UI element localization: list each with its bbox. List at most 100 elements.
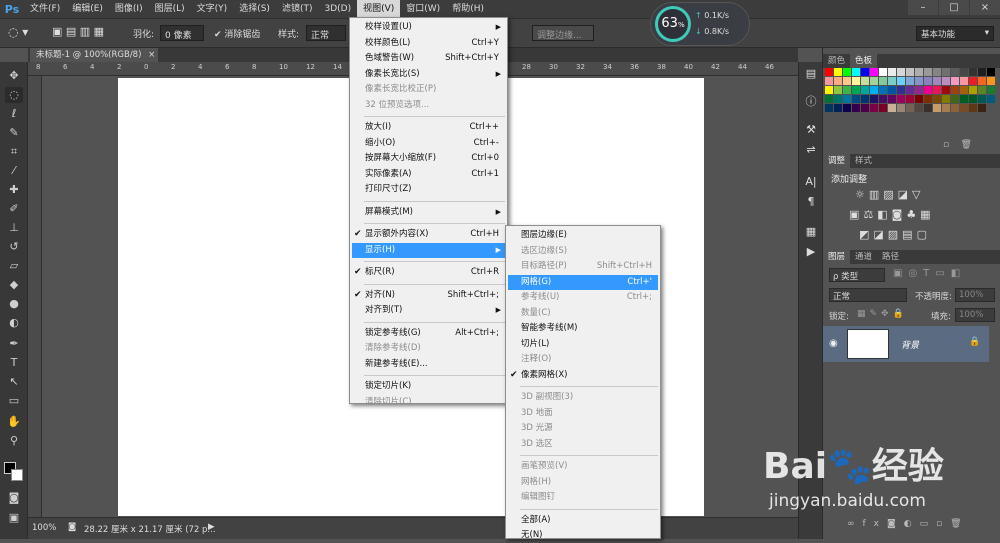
color-swatch[interactable]: [870, 86, 878, 94]
menu-item[interactable]: 放大(I) Ctrl++: [352, 120, 505, 135]
color-swatch[interactable]: [879, 95, 887, 103]
menu-item[interactable]: 32 位预览选项...: [352, 98, 505, 113]
healing-brush-icon[interactable]: ✚: [5, 182, 23, 198]
clone-stamp-icon[interactable]: ⊥: [5, 220, 23, 236]
color-swatch[interactable]: [987, 86, 995, 94]
menu-item[interactable]: 屏幕模式(M) ▶: [352, 205, 505, 220]
menu-item[interactable]: ✔ 标尺(R) Ctrl+R: [352, 265, 505, 280]
menu-item[interactable]: 3D 副视图(3): [508, 390, 658, 405]
screen-mode-icon[interactable]: ▣: [5, 510, 23, 526]
color-swatch[interactable]: [942, 77, 950, 85]
color-swatch[interactable]: [915, 68, 923, 76]
status-menu-arrow-icon[interactable]: ▶: [208, 522, 215, 532]
color-swatch[interactable]: [843, 95, 851, 103]
color-swatch[interactable]: [924, 86, 932, 94]
blur-tool-icon[interactable]: ●: [5, 296, 23, 312]
tab-channels[interactable]: 通道: [850, 250, 877, 264]
menu-item[interactable]: 画笔预览(V): [508, 459, 658, 474]
color-swatch[interactable]: [960, 104, 968, 112]
visibility-eye-icon[interactable]: ◉: [829, 338, 838, 349]
color-swatch[interactable]: [897, 95, 905, 103]
color-swatch[interactable]: [834, 77, 842, 85]
menu-window[interactable]: 窗口(W): [400, 0, 446, 18]
menu-item[interactable]: 智能参考线(M): [508, 321, 658, 336]
menu-item[interactable]: ✔ 显示额外内容(X) Ctrl+H: [352, 227, 505, 242]
dodge-tool-icon[interactable]: ◐: [5, 315, 23, 331]
color-swatch[interactable]: [843, 77, 851, 85]
color-swatch[interactable]: [888, 77, 896, 85]
eraser-tool-icon[interactable]: ▱: [5, 258, 23, 274]
antialias-checkbox[interactable]: ✔ 消除锯齿: [214, 27, 260, 40]
color-swatch[interactable]: [888, 86, 896, 94]
document-tab[interactable]: 未标题-1 @ 100%(RGB/8) ×: [30, 48, 158, 62]
color-swatch[interactable]: [861, 77, 869, 85]
menu-item[interactable]: 数量(C): [508, 306, 658, 321]
tab-color[interactable]: 颜色: [823, 54, 850, 68]
minimize-button[interactable]: –: [908, 0, 938, 15]
layer-kind-filter[interactable]: ρ 类型: [829, 268, 885, 282]
background-color[interactable]: [11, 469, 23, 481]
color-swatch[interactable]: [906, 95, 914, 103]
color-swatch[interactable]: [969, 86, 977, 94]
actions-panel-icon[interactable]: ▶: [803, 244, 819, 260]
color-swatch[interactable]: [825, 86, 833, 94]
menu-item[interactable]: 3D 地面: [508, 406, 658, 421]
color-swatch[interactable]: [861, 86, 869, 94]
color-swatch[interactable]: [960, 95, 968, 103]
selection-mode-icons[interactable]: ▣ ▤ ▥ ▦: [52, 25, 104, 38]
menu-item[interactable]: 注释(O): [508, 352, 658, 367]
hand-tool-icon[interactable]: ✋: [5, 414, 23, 430]
color-swatch[interactable]: [825, 68, 833, 76]
menu-help[interactable]: 帮助(H): [446, 0, 490, 18]
menu-item[interactable]: 对齐到(T) ▶: [352, 303, 505, 318]
menu-item[interactable]: 3D 光源: [508, 421, 658, 436]
color-swatch[interactable]: [861, 68, 869, 76]
color-swatch[interactable]: [879, 86, 887, 94]
menu-view[interactable]: 视图(V): [357, 0, 401, 18]
menu-item[interactable]: 缩小(O) Ctrl+-: [352, 136, 505, 151]
menu-item[interactable]: 打印尺寸(Z): [352, 182, 505, 197]
layer-row-background[interactable]: ◉ 背景 🔒: [823, 326, 989, 362]
color-swatch[interactable]: [951, 77, 959, 85]
type-tool-icon[interactable]: T: [5, 355, 23, 371]
pen-tool-icon[interactable]: ✒: [5, 336, 23, 352]
fill-input[interactable]: 100%: [955, 308, 995, 322]
character-panel-icon[interactable]: A|: [803, 174, 819, 190]
zoom-tool-icon[interactable]: ⚲: [5, 433, 23, 449]
menu-item[interactable]: ✔ 像素网格(X): [508, 368, 658, 383]
color-swatch[interactable]: [834, 86, 842, 94]
menu-item[interactable]: 校样颜色(L) Ctrl+Y: [352, 36, 505, 51]
color-swatch[interactable]: [924, 68, 932, 76]
menu-item[interactable]: 编辑图钉: [508, 490, 658, 505]
zoom-level[interactable]: 100%: [32, 523, 56, 533]
color-swatch[interactable]: [852, 95, 860, 103]
tab-styles[interactable]: 样式: [850, 154, 877, 168]
color-swatch[interactable]: [834, 104, 842, 112]
brush-panel-icon[interactable]: ⚒: [803, 122, 819, 138]
menu-item[interactable]: 3D 选区: [508, 437, 658, 452]
color-swatch[interactable]: [915, 104, 923, 112]
menu-image[interactable]: 图像(I): [109, 0, 149, 18]
menu-3d[interactable]: 3D(D): [318, 0, 357, 18]
menu-file[interactable]: 文件(F): [24, 0, 66, 18]
color-swatch[interactable]: [933, 95, 941, 103]
color-swatch[interactable]: [933, 68, 941, 76]
color-swatch[interactable]: [861, 104, 869, 112]
color-swatch[interactable]: [825, 104, 833, 112]
color-swatch[interactable]: [978, 104, 986, 112]
color-swatch[interactable]: [960, 68, 968, 76]
color-swatch[interactable]: [969, 68, 977, 76]
menu-item[interactable]: 实际像素(A) Ctrl+1: [352, 167, 505, 182]
color-swatch[interactable]: [870, 77, 878, 85]
menu-item[interactable]: 网格(H): [508, 475, 658, 490]
menu-select[interactable]: 选择(S): [233, 0, 276, 18]
color-swatch[interactable]: [852, 77, 860, 85]
swatch-new-delete-icons[interactable]: ▫ 🗑: [943, 140, 972, 150]
swatches-grid[interactable]: [825, 68, 997, 136]
menu-item[interactable]: 参考线(U) Ctrl+;: [508, 290, 658, 305]
maximize-button[interactable]: □: [939, 0, 969, 15]
menu-item[interactable]: 锁定参考线(G) Alt+Ctrl+;: [352, 326, 505, 341]
color-swatch[interactable]: [987, 95, 995, 103]
eyedropper-tool-icon[interactable]: ⁄: [5, 163, 23, 179]
color-swatch[interactable]: [834, 95, 842, 103]
